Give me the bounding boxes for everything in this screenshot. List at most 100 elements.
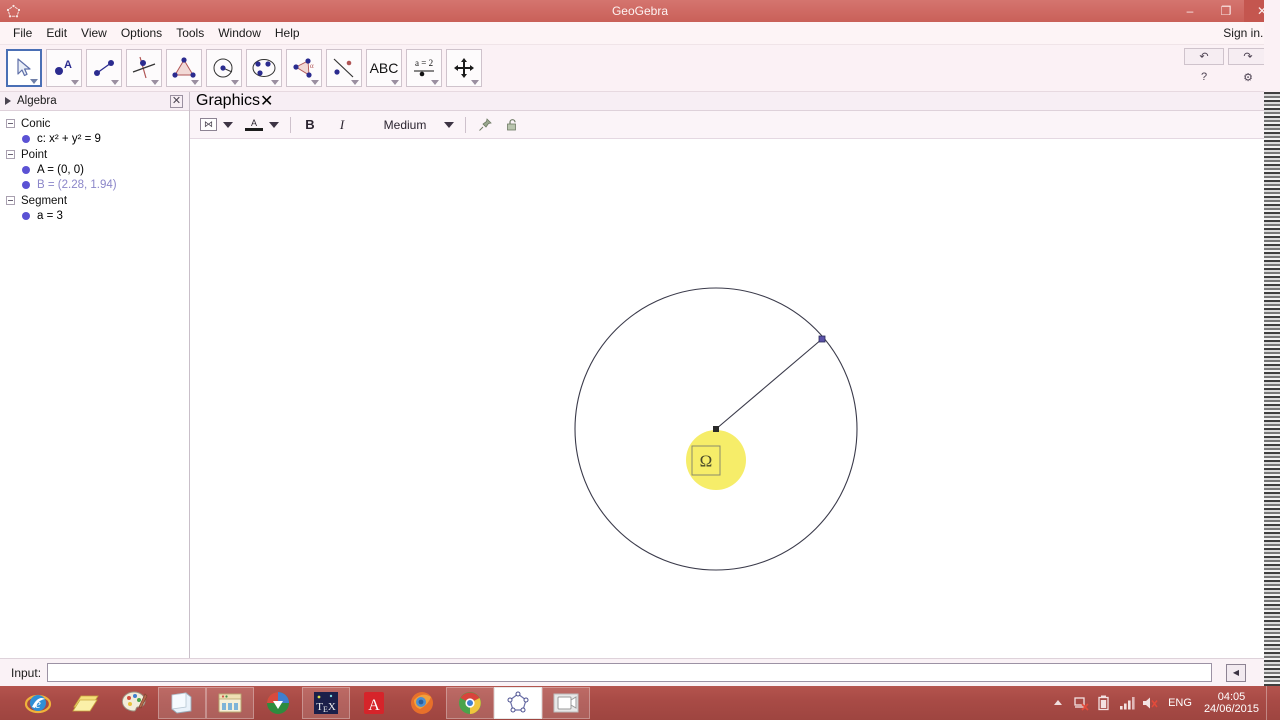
menu-file[interactable]: File — [6, 23, 39, 43]
taskbar-screen-recorder-icon[interactable] — [542, 687, 590, 719]
chevron-down-icon[interactable] — [71, 80, 79, 85]
minimize-button[interactable]: – — [1172, 0, 1208, 22]
taskbar-notepad-window-icon[interactable] — [158, 687, 206, 719]
chevron-down-icon[interactable] — [311, 80, 319, 85]
sign-in-link[interactable]: Sign in... — [1223, 26, 1270, 40]
list-item[interactable]: B = (2.28, 1.94) — [6, 177, 189, 192]
taskbar-folders-icon[interactable] — [62, 687, 110, 719]
chevron-down-icon[interactable] — [431, 80, 439, 85]
graphics-panel-header[interactable]: Graphics ✕ — [190, 92, 1264, 111]
menu-window[interactable]: Window — [211, 23, 268, 43]
expand-triangle-icon[interactable] — [5, 97, 11, 105]
color-button[interactable]: A — [245, 115, 263, 135]
font-size-select[interactable]: Medium — [372, 118, 438, 132]
circle-center-point-tool[interactable] — [206, 49, 242, 87]
taskbar-tex-editor-icon[interactable]: TEX — [302, 687, 350, 719]
clock[interactable]: 04:05 24/06/2015 — [1204, 691, 1259, 715]
object-visibility-dot-icon[interactable] — [22, 134, 30, 143]
speaker-muted-icon[interactable] — [1142, 695, 1158, 711]
point-style-chevron-down-icon[interactable] — [223, 121, 233, 128]
taskbar-firefox-icon[interactable] — [398, 687, 446, 719]
collapse-minus-icon[interactable] — [6, 150, 15, 159]
undo-button[interactable]: ↶ — [1184, 48, 1224, 65]
title-bar: GeoGebra – ❐ ✕ — [0, 0, 1280, 22]
point-a-marker[interactable] — [713, 426, 719, 432]
lock-open-icon[interactable] — [505, 115, 521, 135]
chevron-down-icon[interactable] — [471, 80, 479, 85]
graphics-close-icon[interactable]: ✕ — [260, 91, 273, 111]
input-help-toggle-button[interactable]: ◀ — [1226, 663, 1246, 682]
list-item[interactable]: c: x² + y² = 9 — [6, 131, 189, 146]
chevron-down-icon[interactable] — [191, 80, 199, 85]
color-chevron-down-icon[interactable] — [269, 121, 279, 128]
redo-button[interactable]: ↷ — [1228, 48, 1268, 65]
algebra-group-point: Point A = (0, 0) B = (2.28, 1.94) — [6, 147, 189, 192]
taskbar-chrome-icon[interactable] — [446, 687, 494, 719]
line-tool[interactable] — [86, 49, 122, 87]
move-graphics-view-tool[interactable] — [446, 49, 482, 87]
signal-bars-icon[interactable] — [1119, 695, 1135, 711]
collapse-minus-icon[interactable] — [6, 196, 15, 205]
algebra-group-header[interactable]: Segment — [6, 193, 189, 208]
svg-text:A: A — [64, 59, 72, 71]
menu-view[interactable]: View — [74, 23, 114, 43]
ellipse-tool[interactable] — [246, 49, 282, 87]
object-visibility-dot-icon[interactable] — [22, 211, 30, 220]
algebra-view: Algebra ✕ Conic c: x² + y² = 9 Point A =… — [0, 92, 190, 658]
taskbar-internet-download-manager-icon[interactable] — [254, 687, 302, 719]
network-disconnected-icon[interactable] — [1073, 695, 1089, 711]
taskbar-file-explorer-icon[interactable] — [206, 687, 254, 719]
taskbar-adobe-reader-icon[interactable]: A — [350, 687, 398, 719]
text-tool[interactable]: ABC — [366, 49, 402, 87]
show-desktop-button[interactable] — [1266, 686, 1274, 720]
maximize-button[interactable]: ❐ — [1208, 0, 1244, 22]
reflect-object-tool[interactable] — [326, 49, 362, 87]
point-style-button[interactable]: ⋈ — [200, 118, 217, 131]
show-hidden-icons-button[interactable] — [1050, 695, 1066, 711]
input-field[interactable] — [47, 663, 1212, 682]
menu-help[interactable]: Help — [268, 23, 307, 43]
graphics-canvas[interactable]: Ω — [190, 139, 1264, 657]
chevron-down-icon[interactable] — [231, 80, 239, 85]
polygon-tool[interactable] — [166, 49, 202, 87]
perpendicular-line-tool[interactable] — [126, 49, 162, 87]
slider-tool[interactable]: a = 2 — [406, 49, 442, 87]
algebra-group-header[interactable]: Point — [6, 147, 189, 162]
chevron-down-icon[interactable] — [351, 80, 359, 85]
bold-button[interactable]: B — [302, 115, 318, 135]
list-item[interactable]: a = 3 — [6, 208, 189, 223]
taskbar-paint-icon[interactable] — [110, 687, 158, 719]
angle-tool[interactable]: α — [286, 49, 322, 87]
italic-button[interactable]: I — [334, 115, 350, 135]
chevron-down-icon[interactable] — [151, 80, 159, 85]
point-b-marker[interactable] — [818, 335, 826, 343]
chevron-down-icon[interactable] — [30, 79, 38, 84]
segment-a[interactable] — [715, 338, 823, 430]
list-item[interactable]: A = (0, 0) — [6, 162, 189, 177]
help-button[interactable]: ? — [1184, 69, 1224, 85]
chevron-down-icon[interactable] — [271, 80, 279, 85]
geometry-drawing[interactable]: Ω — [190, 139, 1264, 657]
algebra-close-icon[interactable]: ✕ — [170, 94, 183, 108]
font-size-chevron-down-icon[interactable] — [444, 121, 454, 128]
taskbar-geogebra-icon[interactable] — [494, 687, 542, 719]
object-visibility-dot-icon[interactable] — [22, 165, 30, 174]
menu-options[interactable]: Options — [114, 23, 169, 43]
chevron-down-icon[interactable] — [111, 80, 119, 85]
taskbar-internet-explorer-icon[interactable]: e — [14, 687, 62, 719]
menu-edit[interactable]: Edit — [39, 23, 74, 43]
collapse-minus-icon[interactable] — [6, 119, 15, 128]
gear-icon[interactable]: ⚙ — [1228, 69, 1268, 85]
object-visibility-dot-icon[interactable] — [22, 180, 30, 189]
pin-icon[interactable] — [477, 115, 493, 135]
move-tool[interactable] — [6, 49, 42, 87]
algebra-group-header[interactable]: Conic — [6, 116, 189, 131]
algebra-panel-header[interactable]: Algebra ✕ — [0, 92, 189, 111]
language-indicator[interactable]: ENG — [1168, 697, 1192, 709]
point-tool[interactable]: A — [46, 49, 82, 87]
window-title: GeoGebra — [611, 4, 669, 18]
chevron-down-icon[interactable] — [391, 80, 399, 85]
algebra-item-list: Conic c: x² + y² = 9 Point A = (0, 0) B … — [0, 111, 189, 223]
battery-icon[interactable] — [1096, 695, 1112, 711]
menu-tools[interactable]: Tools — [169, 23, 211, 43]
